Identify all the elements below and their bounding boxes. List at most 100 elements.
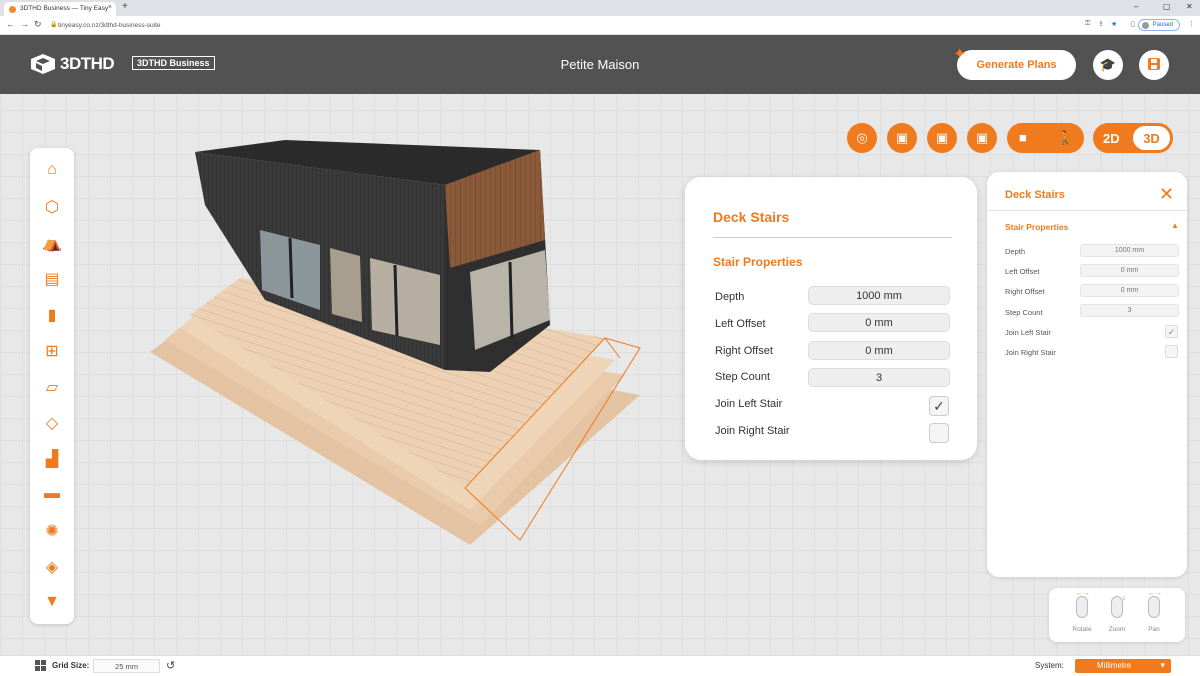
mouse-scroll-icon: ↕	[1111, 595, 1126, 618]
side-right-offset-label: Right Offset	[1005, 287, 1045, 296]
deck-stairs-side-panel: Deck Stairs ✕ Stair Properties ▲ Depth 1…	[987, 172, 1187, 577]
box-view-icon: ▣	[895, 130, 909, 145]
unit-system-select[interactable]: Millimetre ▾	[1075, 659, 1171, 673]
side-left-offset-label: Left Offset	[1005, 267, 1040, 276]
cube-tool-icon[interactable]: ⬡	[36, 190, 68, 222]
side-right-offset-field[interactable]: 0 mm	[1080, 284, 1179, 297]
side-step-count-label: Step Count	[1005, 308, 1043, 317]
depth-label: Depth	[715, 291, 745, 303]
side-join-right-checkbox[interactable]	[1165, 345, 1178, 358]
share-icon[interactable]: ⇪	[1098, 20, 1104, 28]
forward-icon[interactable]: →	[20, 19, 29, 29]
tab-close-icon[interactable]: ×	[108, 4, 112, 11]
card-title: Deck Stairs	[713, 209, 790, 225]
tape-measure-button[interactable]: ◎	[847, 123, 877, 153]
lighting-tool-icon[interactable]: ✺	[36, 514, 68, 546]
back-icon[interactable]: ←	[6, 19, 15, 29]
tape-measure-icon: ◎	[856, 130, 868, 145]
divider	[987, 210, 1187, 211]
mode-2d[interactable]: 2D	[1103, 131, 1120, 146]
grid-size-input[interactable]: 25 mm	[93, 659, 160, 673]
stairs-tool-icon[interactable]: ▟	[36, 442, 68, 474]
browser-tab[interactable]: 3DTHD Business — Tiny Easy ×	[4, 2, 116, 16]
sidepanel-icon[interactable]: ▯	[1131, 20, 1135, 28]
key-icon[interactable]: ⚿	[1085, 20, 1090, 28]
pan-hint: ←→ Pan	[1139, 590, 1169, 633]
url-field[interactable]: tinyeasy.co.nz/3dthd-business-suite	[58, 19, 1078, 32]
door-tool-icon[interactable]: ▮	[36, 298, 68, 330]
zoom-label: Zoom	[1108, 626, 1126, 633]
side-depth-label: Depth	[1005, 247, 1026, 256]
reload-icon[interactable]: ↻	[34, 19, 42, 30]
graduation-cap-icon: 🎓	[1099, 57, 1117, 72]
walk-icon: 🚶	[1057, 130, 1074, 145]
camera-icon: ■	[1019, 130, 1027, 145]
address-bar: ← → ↻ 🔒 tinyeasy.co.nz/3dthd-business-su…	[0, 16, 1200, 35]
app-header: 3DTHD 3DTHD Business Petite Maison ✦ Gen…	[0, 35, 1200, 94]
left-toolbar: ⌂ ⬡ ⛺ ▤ ▮ ⊞ ▱ ◇ ▟ ▬ ✺ ◈ ▼	[30, 148, 74, 624]
camera-walk-toggle[interactable]: ■ 🚶	[1007, 123, 1084, 153]
menu-icon[interactable]: ⋮	[1188, 20, 1195, 28]
close-icon[interactable]: ✕	[1159, 184, 1174, 205]
profile-paused-badge[interactable]: Paused	[1137, 19, 1180, 31]
mouse-controls-hint: ←→ Rotate ↕ Zoom ←→ Pan	[1049, 588, 1185, 642]
save-icon	[1147, 58, 1161, 74]
side-join-right-label: Join Right Stair	[1005, 348, 1056, 357]
mode-3d[interactable]: 3D	[1133, 126, 1170, 150]
side-join-left-checkbox[interactable]: ✓	[1165, 325, 1178, 338]
dimension-toggle[interactable]: 2D 3D	[1093, 123, 1173, 153]
tutorial-button[interactable]: 🎓	[1093, 50, 1123, 80]
box-top-view-icon: ▣	[935, 130, 949, 145]
grid-size-label: Grid Size:	[52, 661, 90, 670]
minimize-icon[interactable]: –	[1134, 2, 1138, 11]
favicon-icon	[9, 6, 16, 13]
left-offset-field[interactable]: 0 mm	[808, 313, 950, 332]
mouse-left-icon: ←→	[1076, 590, 1090, 618]
join-right-checkbox[interactable]	[929, 423, 949, 443]
chevron-up-icon[interactable]: ▲	[1171, 221, 1179, 230]
depth-field[interactable]: 1000 mm	[808, 286, 950, 305]
join-left-checkbox[interactable]: ✓	[929, 396, 949, 416]
window-close-icon[interactable]: ✕	[1186, 2, 1193, 11]
side-panel-title: Deck Stairs	[1005, 189, 1065, 201]
paint-tool-icon[interactable]: ◈	[36, 550, 68, 582]
rotate-hint: ←→ Rotate	[1067, 590, 1097, 633]
bookmark-tool-icon[interactable]: ▼	[36, 586, 68, 618]
roof-tool-icon[interactable]: ⌂	[36, 154, 68, 186]
rotate-label: Rotate	[1072, 626, 1092, 633]
reset-icon[interactable]: ↺	[166, 659, 175, 672]
window-tool-icon[interactable]: ⊞	[36, 334, 68, 366]
furniture-tool-icon[interactable]: ▬	[36, 478, 68, 510]
status-bar: Grid Size: 25 mm ↺ System: Millimetre ▾	[0, 655, 1200, 676]
wall-tool-icon[interactable]: ▱	[36, 370, 68, 402]
side-step-count-field[interactable]: 3	[1080, 304, 1179, 317]
generate-plans-button[interactable]: ✦ Generate Plans	[953, 46, 1076, 80]
join-right-label: Join Right Stair	[715, 425, 790, 437]
mouse-right-icon: ←→	[1148, 590, 1162, 618]
save-button[interactable]	[1139, 50, 1169, 80]
right-offset-field[interactable]: 0 mm	[808, 341, 950, 360]
join-left-label: Join Left Stair	[715, 398, 783, 410]
view-front-button[interactable]: ▣	[887, 123, 917, 153]
step-count-field[interactable]: 3	[808, 368, 950, 387]
maximize-icon[interactable]: ▢	[1163, 2, 1171, 11]
right-offset-label: Right Offset	[715, 345, 773, 357]
grid-icon	[35, 660, 46, 671]
view-side-button[interactable]: ▣	[967, 123, 997, 153]
unit-system-value: Millimetre	[1097, 661, 1132, 670]
view-top-button[interactable]: ▣	[927, 123, 957, 153]
box-side-view-icon: ▣	[975, 130, 989, 145]
side-depth-field[interactable]: 1000 mm	[1080, 244, 1179, 257]
deck-tool-icon[interactable]: ▤	[36, 262, 68, 294]
floor-tool-icon[interactable]: ◇	[36, 406, 68, 438]
browser-tabbar: 3DTHD Business — Tiny Easy × + – ▢ ✕	[0, 0, 1200, 16]
star-icon[interactable]: ★	[1111, 20, 1117, 28]
new-tab-button[interactable]: +	[122, 1, 128, 12]
tab-title: 3DTHD Business — Tiny Easy	[20, 5, 109, 12]
side-left-offset-field[interactable]: 0 mm	[1080, 264, 1179, 277]
step-count-label: Step Count	[715, 371, 771, 383]
left-offset-label: Left Offset	[715, 318, 766, 330]
canopy-tool-icon[interactable]: ⛺	[36, 226, 68, 258]
side-join-left-label: Join Left Stair	[1005, 328, 1051, 337]
side-section-title[interactable]: Stair Properties	[1005, 222, 1068, 232]
